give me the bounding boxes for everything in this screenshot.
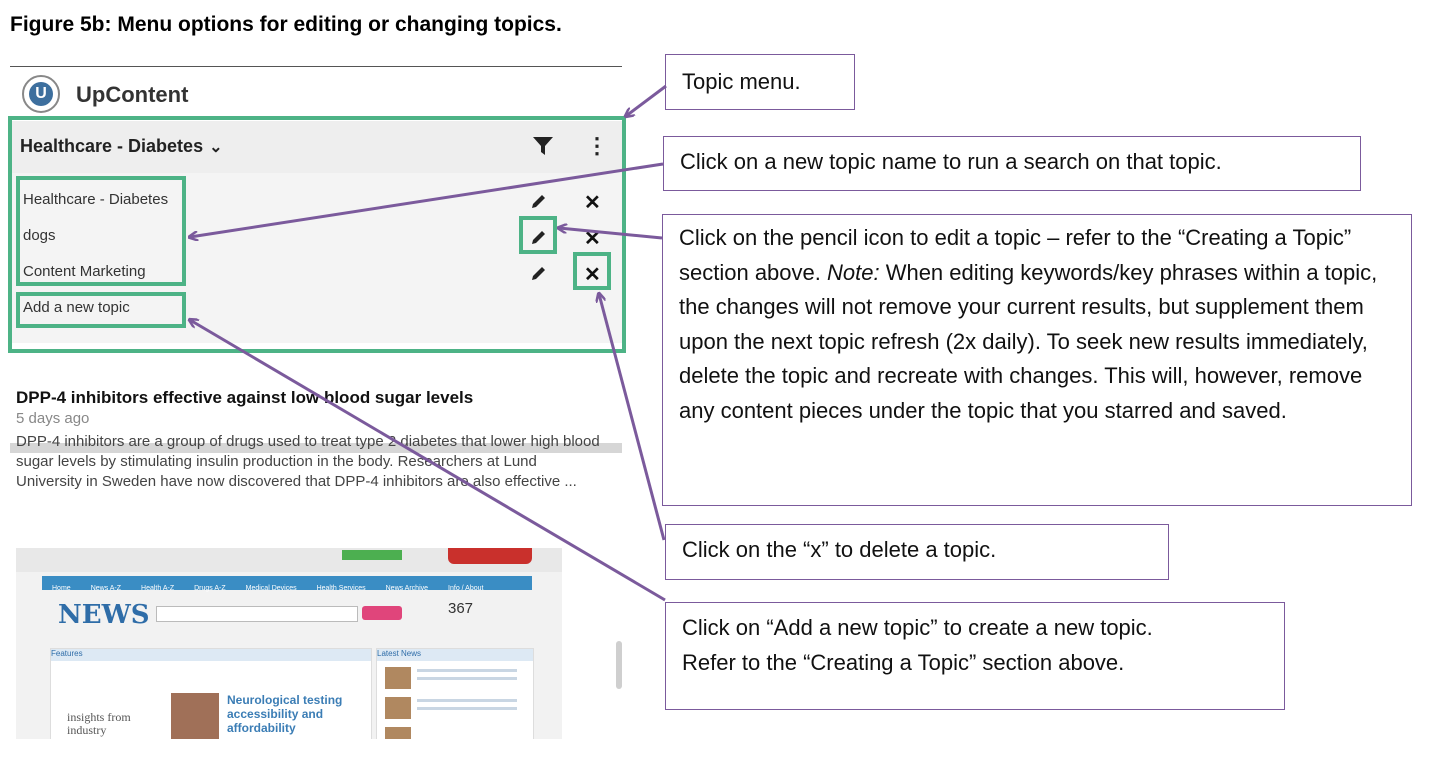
add-topic-highlight: [16, 292, 186, 328]
callout-delete: Click on the “x” to delete a topic.: [665, 524, 1169, 580]
image-headline: Neurological testing accessibility and a…: [227, 693, 343, 735]
pencil-highlight: [519, 216, 557, 254]
image-search-button: [362, 606, 402, 620]
article-card[interactable]: DPP-4 inhibitors effective against low b…: [16, 387, 606, 492]
image-count: 367: [448, 600, 474, 617]
article-image[interactable]: Home News A-Z Health A-Z Drugs A-Z Medical D…: [16, 548, 562, 739]
image-features-panel: Features insights from industry Neurolog…: [50, 648, 372, 739]
image-nav-item: News Archive: [385, 585, 429, 592]
image-nav-item: Info / About: [448, 585, 484, 592]
image-insights-text: insights from industry: [67, 710, 131, 737]
image-nav-item: Drugs A-Z: [194, 585, 226, 592]
image-thumb: [385, 697, 411, 719]
image-nav-item: Health A-Z: [141, 585, 175, 592]
vertical-scrollbar[interactable]: [616, 641, 622, 689]
image-green-bar: [342, 550, 402, 560]
image-text-line: [417, 677, 517, 680]
logo-letter: U: [29, 82, 53, 106]
callout-text: Click on a new topic name to run a searc…: [680, 149, 1222, 174]
callout-topic-menu: Topic menu.: [665, 54, 855, 110]
image-text-line: [417, 707, 517, 710]
figure-title: Figure 5b: Menu options for editing or c…: [10, 13, 562, 36]
article-summary: DPP-4 inhibitors are a group of drugs us…: [16, 433, 600, 490]
callout-text: Topic menu.: [682, 69, 801, 94]
image-search-box: [156, 606, 358, 622]
image-nav-bar: Home News A-Z Health A-Z Drugs A-Z Medical D…: [42, 576, 532, 592]
image-latest-heading: Latest News: [377, 649, 533, 661]
callout-text: Click on the “x” to delete a topic.: [682, 537, 997, 562]
callout-text: Refer to the “Creating a Topic” section …: [682, 649, 1125, 675]
callout-note-label: Note:: [826, 259, 880, 285]
callout-add-topic: Click on “Add a new topic” to create a n…: [665, 602, 1285, 710]
callout-click-topic: Click on a new topic name to run a searc…: [663, 136, 1361, 191]
image-nav-item: Home: [52, 585, 71, 592]
image-text-line: [417, 699, 517, 702]
image-features-heading: Features: [51, 649, 371, 661]
callout-text: Click on “Add a new topic” to create a n…: [682, 615, 1153, 640]
image-text-line: [417, 669, 517, 672]
article-title[interactable]: DPP-4 inhibitors effective against low b…: [16, 387, 496, 408]
image-news-logo: NEWS: [58, 600, 150, 630]
image-nav-item: Medical Devices: [245, 585, 297, 592]
image-latest-panel: Latest News: [376, 648, 534, 739]
image-nav-item: Health Services: [316, 585, 366, 592]
image-nav-item: News A-Z: [90, 585, 122, 592]
topic-names-highlight: [16, 176, 186, 286]
arrow-topic-menu: [626, 84, 667, 116]
image-portrait: [171, 693, 219, 739]
image-red-bar: [448, 548, 532, 564]
image-thumb: [385, 727, 411, 739]
app-header: U UpContent: [10, 67, 622, 121]
delete-highlight: [573, 252, 611, 290]
image-thumb: [385, 667, 411, 689]
brand-name: UpContent: [76, 82, 189, 107]
brand-logo[interactable]: U: [22, 75, 60, 113]
article-age: 5 days ago: [16, 410, 90, 427]
callout-pencil: Click on the pencil icon to edit a topic…: [662, 214, 1412, 506]
